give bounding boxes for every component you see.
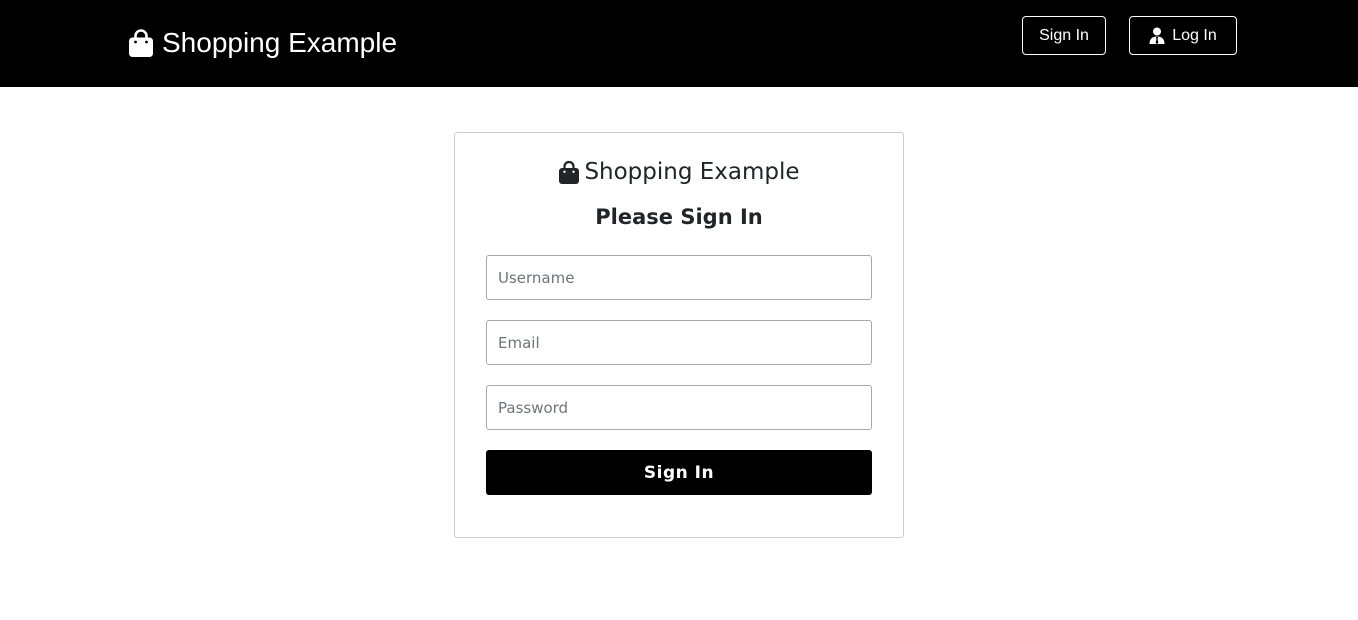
sign-in-button[interactable]: Sign In [1022,16,1106,55]
card-brand: Shopping Example [455,159,903,185]
username-input[interactable] [486,255,872,300]
shopping-bag-icon [128,28,154,58]
password-input[interactable] [486,385,872,430]
sign-in-label: Sign In [1039,26,1089,44]
shopping-bag-icon [558,160,580,185]
sign-in-card: Shopping Example Please Sign In Sign In [454,132,904,538]
brand-title: Shopping Example [162,27,398,58]
submit-sign-in-button[interactable]: Sign In [486,450,872,495]
card-brand-title: Shopping Example [584,159,800,185]
page-title: Please Sign In [595,205,763,229]
email-input[interactable] [486,320,872,365]
user-icon [1149,27,1165,44]
brand-link[interactable]: Shopping Example [128,24,397,62]
log-in-button[interactable]: Log In [1129,16,1237,55]
navbar: Shopping Example Sign In Log In [0,0,1358,87]
log-in-label: Log In [1172,26,1217,44]
